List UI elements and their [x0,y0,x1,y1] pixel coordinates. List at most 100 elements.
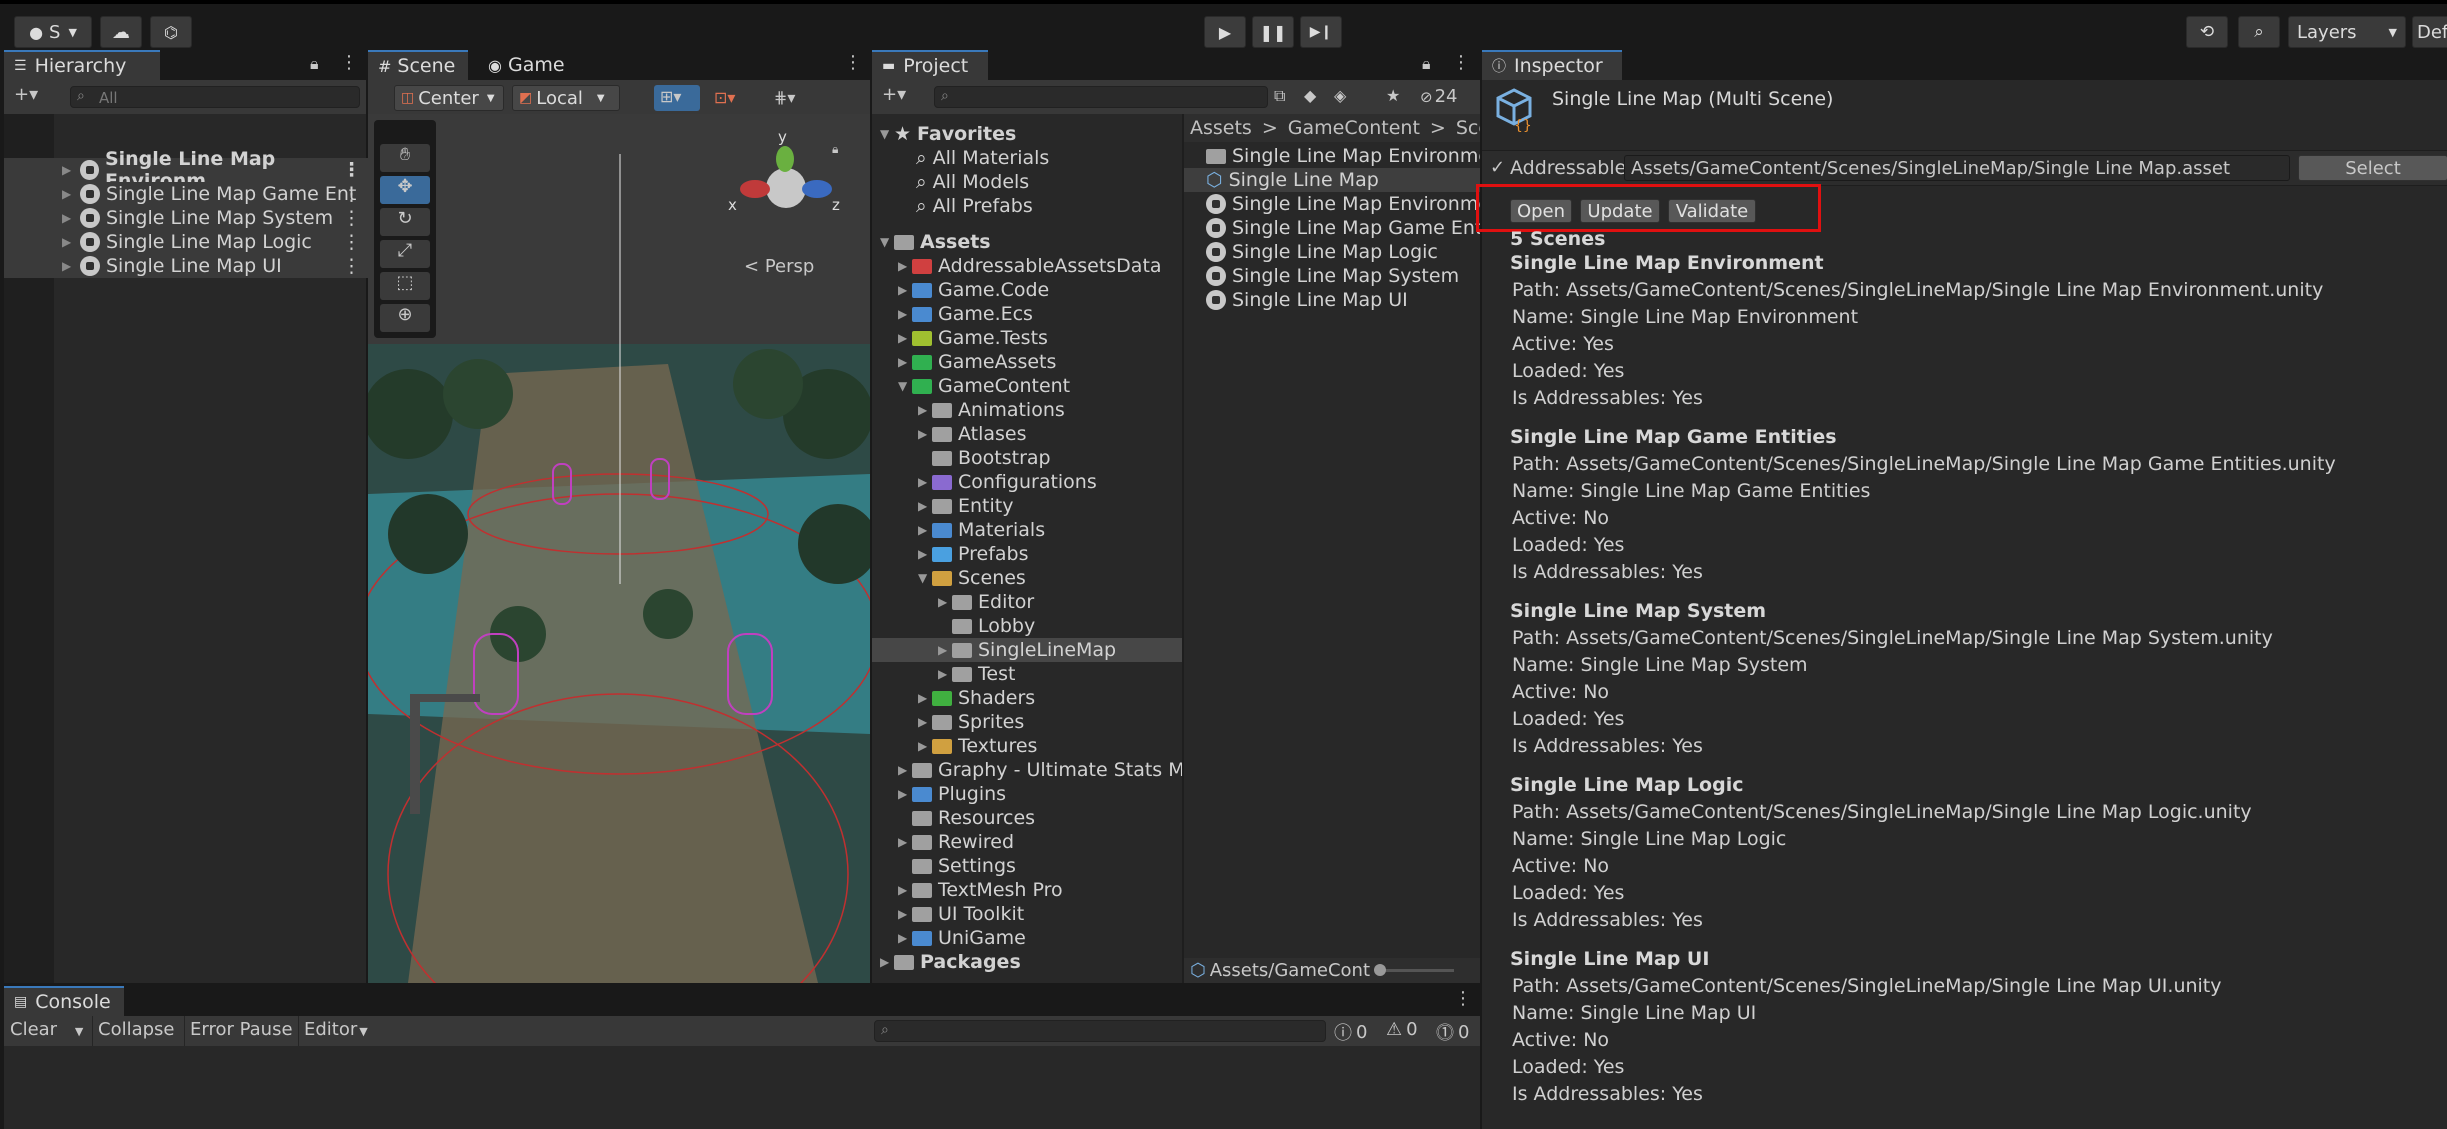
expand-arrow-icon[interactable]: ▶ [918,523,932,537]
space-dropdown[interactable]: ◩ Local ▼ [512,85,620,111]
file-item[interactable]: Single Line Map Environme [1206,192,1480,216]
more-icon[interactable]: ⋮ [342,159,361,181]
folder-item[interactable]: ▶ AddressableAssetsData [898,254,1162,278]
lock-icon[interactable]: 🔒︎ [310,54,319,74]
slider-handle[interactable] [1374,964,1386,976]
tab-game[interactable]: ◉ Game [478,50,578,80]
pivot-dropdown[interactable]: ◫ Center ▼ [394,85,504,111]
lock-icon[interactable]: 🔒︎ [1422,54,1431,74]
search-by-type-icon[interactable]: ⧉ [1274,86,1285,106]
step-button[interactable]: ▶❙ [1300,16,1342,48]
favorite-item[interactable]: ⌕ All Materials [916,146,1049,170]
hand-tool[interactable]: ✋︎ [380,144,430,172]
star-icon[interactable]: ★ [1386,86,1400,105]
folder-item[interactable]: ▶ Atlases [918,422,1027,446]
expand-arrow-icon[interactable]: ▶ [898,835,912,849]
folder-item[interactable]: ▶ GameAssets [898,350,1056,374]
folder-item[interactable]: ▶ Sprites [918,710,1024,734]
hierarchy-item[interactable]: ▶ Single Line Map UI ⋮ [4,254,374,278]
expand-arrow-icon[interactable]: ▶ [918,475,932,489]
snap-increment-icon[interactable]: ⊡▾ [714,88,735,107]
history-button[interactable]: ⟲ [2186,16,2228,48]
move-tool[interactable]: ✥ [380,176,430,204]
hierarchy-item[interactable]: ▶ Single Line Map System ⋮ [4,206,374,230]
open-button[interactable]: Open [1510,199,1572,223]
add-icon[interactable]: +▾ [14,84,38,105]
expand-arrow-icon[interactable]: ▶ [62,235,74,249]
grid-snap-button[interactable]: ⊞▾ [654,85,700,111]
validate-button[interactable]: Validate [1668,199,1756,223]
more-icon[interactable]: ⋮ [844,52,862,73]
editor-dropdown[interactable]: Editor ▼ [304,1019,368,1040]
expand-arrow-icon[interactable]: ▶ [898,259,912,273]
packages-header[interactable]: ▶ Packages [880,950,1021,974]
projection-toggle[interactable]: < Persp [744,256,814,277]
folder-item[interactable]: ▶ Textures [918,734,1037,758]
console-search-input[interactable]: ⌕ [874,1020,1326,1042]
hierarchy-search-input[interactable]: ⌕ All [70,86,360,108]
hidden-packages-toggle[interactable]: ⊘ 24 [1420,86,1457,107]
expand-arrow-icon[interactable]: ▶ [62,187,74,201]
hierarchy-item[interactable]: ▶ Single Line Map Environm ⋮ [4,148,374,192]
folder-item[interactable]: ▼ Scenes [918,566,1026,590]
addressable-checkbox[interactable]: ✓ [1490,157,1505,178]
more-icon[interactable]: ⋮ [1452,52,1470,73]
more-icon[interactable]: ⋮ [342,231,361,253]
expand-arrow-icon[interactable]: ▶ [898,307,912,321]
cloud-button[interactable]: ☁ [100,16,142,48]
expand-arrow-icon[interactable]: ▶ [918,427,932,441]
expand-arrow-icon[interactable]: ▶ [62,259,74,273]
folder-item[interactable]: ▶ Materials [918,518,1045,542]
folder-item[interactable]: ▶ Editor [938,590,1034,614]
rotate-tool[interactable]: ↻ [380,208,430,236]
expand-arrow-icon[interactable]: ▶ [918,715,932,729]
expand-arrow-icon[interactable]: ▶ [898,331,912,345]
warning-filter-toggle[interactable]: ⚠ 0 [1386,1019,1418,1040]
favorite-item[interactable]: ⌕ All Prefabs [916,194,1033,218]
expand-arrow-icon[interactable]: ▶ [62,163,74,177]
label-icon[interactable]: ◈ [1334,86,1346,105]
tab-hierarchy[interactable]: ☰ Hierarchy [4,50,160,80]
project-search-input[interactable]: ⌕ [934,86,1268,108]
lock-icon[interactable]: 🔒︎ [832,142,838,157]
folder-item[interactable]: Bootstrap [918,446,1051,470]
more-icon[interactable]: ⋮ [342,207,361,229]
folder-item[interactable]: ▶ Game.Tests [898,326,1048,350]
favorites-header[interactable]: ▼ ★ Favorites [880,122,1016,146]
assets-header[interactable]: ▼ Assets [880,230,991,254]
folder-item[interactable]: ▶ UI Toolkit [898,902,1024,926]
expand-arrow-icon[interactable]: ▶ [898,763,912,777]
breadcrumb-item[interactable]: Scene [1456,117,1480,139]
expand-arrow-icon[interactable]: ▶ [898,931,912,945]
error-pause-button[interactable]: Error Pause [190,1019,293,1040]
folder-item[interactable]: ▶ Shaders [918,686,1035,710]
account-dropdown[interactable]: ● S ▼ [14,16,92,48]
select-button[interactable]: Select [2298,155,2447,181]
expand-arrow-icon[interactable]: ▶ [918,499,932,513]
folder-item[interactable]: ▶ Graphy - Ultimate Stats Mo [898,758,1182,782]
folder-item[interactable]: Settings [898,854,1016,878]
tab-scene[interactable]: # Scene [368,50,468,80]
add-icon[interactable]: +▾ [882,84,906,105]
more-icon[interactable]: ⋮ [340,52,358,73]
filter-by-type-icon[interactable]: ◆ [1304,86,1316,105]
expand-arrow-icon[interactable]: ▶ [938,595,952,609]
layers-dropdown[interactable]: Layers ▼ [2288,16,2406,48]
search-button[interactable]: ⌕ [2238,16,2280,48]
more-icon[interactable]: ⋮ [342,183,361,205]
expand-arrow-icon[interactable]: ▶ [898,907,912,921]
expand-arrow-icon[interactable]: ▶ [898,355,912,369]
pause-button[interactable]: ❚❚ [1252,16,1294,48]
expand-arrow-icon[interactable]: ▶ [918,403,932,417]
file-item[interactable]: Single Line Map Logic [1206,240,1438,264]
more-icon[interactable]: ⋮ [1454,988,1472,1009]
expand-arrow-icon[interactable]: ▶ [918,547,932,561]
update-button[interactable]: Update [1580,199,1660,223]
transform-tool[interactable]: ⊕ [380,304,430,332]
folder-item[interactable]: ▶ Rewired [898,830,1014,854]
expand-arrow-icon[interactable]: ▶ [62,211,74,225]
breadcrumb-item[interactable]: Assets [1190,117,1252,139]
folder-item[interactable]: ▶ UniGame [898,926,1026,950]
favorite-item[interactable]: ⌕ All Models [916,170,1029,194]
folder-item[interactable]: ▶ Prefabs [918,542,1029,566]
